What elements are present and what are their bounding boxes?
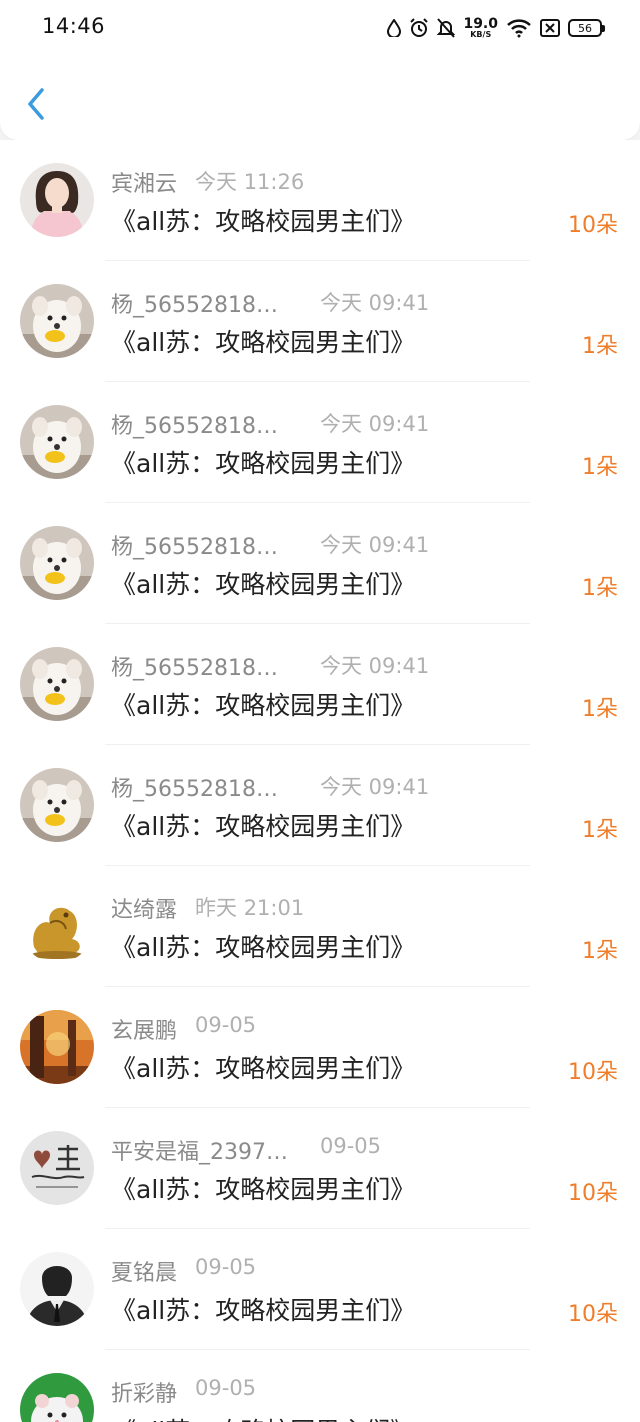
sender-name: 宾湘云 [111, 172, 178, 197]
gift-count: 1朵 [582, 455, 618, 480]
book-title: 《all苏：攻略校园男主们》 [111, 328, 416, 357]
sender-meta: 杨_565528185… 今天 09:41 [111, 408, 610, 440]
girl-avatar[interactable] [20, 163, 94, 237]
hamster-avatar[interactable] [20, 1373, 94, 1422]
sketch-man-avatar[interactable] [20, 1252, 94, 1326]
gift-count: 10朵 [568, 1060, 618, 1085]
status-time: 14:46 [42, 14, 106, 38]
gift-count: 1朵 [582, 818, 618, 843]
list-item[interactable]: 杨_565528185… 今天 09:41 《all苏：攻略校园男主们》 1朵 [0, 261, 640, 382]
send-time: 昨天 21:01 [195, 896, 305, 920]
book-title: 《all苏：攻略校园男主们》 [111, 933, 416, 962]
alarm-icon [409, 18, 429, 38]
status-bar: 14:46 19.0 KB/S 56 [0, 0, 640, 56]
send-time: 今天 09:41 [320, 654, 430, 678]
list-item[interactable]: 达绮露 昨天 21:01 《all苏：攻略校园男主们》 1朵 [0, 866, 640, 987]
chevron-left-icon [28, 88, 44, 120]
sender-meta: 宾湘云 今天 11:26 [111, 166, 610, 198]
book-title: 《all苏：攻略校园男主们》 [111, 1412, 415, 1422]
sender-meta: 达绮露 昨天 21:01 [111, 892, 610, 924]
gift-count: 10朵 [568, 1302, 618, 1327]
autumn-forest-avatar[interactable] [20, 1010, 94, 1084]
book-title: 《all苏：攻略校园男主们》 [111, 1296, 416, 1325]
sender-meta: 折彩静 09-05 [111, 1376, 610, 1408]
book-title: 《all苏：攻略校园男主们》 [111, 691, 416, 720]
list-item[interactable]: 平安是福_2397… 09-05 《all苏：攻略校园男主们》 10朵 [0, 1108, 640, 1229]
list-item[interactable]: 杨_565528185… 今天 09:41 《all苏：攻略校园男主们》 1朵 [0, 382, 640, 503]
send-time: 09-05 [195, 1376, 257, 1400]
send-time: 今天 09:41 [320, 412, 430, 436]
golden-dragon-avatar[interactable] [20, 889, 94, 963]
sender-meta: 杨_565528185… 今天 09:41 [111, 771, 610, 803]
sender-name: 杨_565528185… [111, 777, 291, 802]
sender-name: 杨_565528185… [111, 414, 291, 439]
send-time: 09-05 [320, 1134, 382, 1158]
list-item[interactable]: 宾湘云 今天 11:26 《all苏：攻略校园男主们》 10朵 [0, 140, 640, 261]
dog-avatar[interactable] [20, 647, 94, 721]
water-drop-icon [387, 19, 402, 37]
dog-avatar[interactable] [20, 768, 94, 842]
send-time: 09-05 [195, 1255, 257, 1279]
list-item[interactable]: 夏铭晨 09-05 《all苏：攻略校园男主们》 10朵 [0, 1229, 640, 1350]
gift-count: 10朵 [568, 213, 618, 238]
list-item[interactable]: 杨_565528185… 今天 09:41 《all苏：攻略校园男主们》 1朵 [0, 503, 640, 624]
network-speed: 19.0 KB/S [463, 16, 498, 39]
sender-meta: 杨_565528185… 今天 09:41 [111, 529, 610, 561]
book-title: 《all苏：攻略校园男主们》 [111, 812, 416, 841]
status-icons: 19.0 KB/S 56 [387, 14, 605, 42]
dog-avatar[interactable] [20, 405, 94, 479]
sender-meta: 杨_565528185… 今天 09:41 [111, 650, 610, 682]
book-title: 《all苏：攻略校园男主们》 [111, 570, 416, 599]
dog-avatar[interactable] [20, 526, 94, 600]
wifi-icon [506, 18, 532, 38]
book-title: 《all苏：攻略校园男主们》 [111, 1054, 416, 1083]
sender-meta: 玄展鹏 09-05 [111, 1013, 610, 1045]
sender-name: 达绮露 [111, 898, 178, 923]
list-item[interactable]: 玄展鹏 09-05 《all苏：攻略校园男主们》 10朵 [0, 987, 640, 1108]
send-time: 今天 09:41 [320, 533, 430, 557]
header-bar [0, 56, 640, 140]
sender-name: 杨_565528185… [111, 656, 291, 681]
sender-name: 杨_565528185… [111, 535, 291, 560]
sender-meta: 杨_565528185… 今天 09:41 [111, 287, 610, 319]
gift-count: 1朵 [582, 697, 618, 722]
send-time: 09-05 [195, 1013, 257, 1037]
dog-avatar[interactable] [20, 284, 94, 358]
send-time: 今天 09:41 [320, 775, 430, 799]
gift-record-list[interactable]: 宾湘云 今天 11:26 《all苏：攻略校园男主们》 10朵 杨_565528… [0, 140, 640, 1422]
gift-count: 1朵 [582, 334, 618, 359]
sender-name: 玄展鹏 [111, 1019, 178, 1044]
list-item[interactable]: 折彩静 09-05 《all苏：攻略校园男主们》 [0, 1350, 640, 1422]
sender-meta: 夏铭晨 09-05 [111, 1255, 610, 1287]
back-button[interactable] [22, 86, 50, 122]
calligraphy-avatar[interactable] [20, 1131, 94, 1205]
sender-name: 夏铭晨 [111, 1261, 178, 1286]
book-title: 《all苏：攻略校园男主们》 [111, 1175, 416, 1204]
sender-name: 折彩静 [111, 1382, 178, 1407]
sender-name: 杨_565528185… [111, 293, 291, 318]
send-time: 今天 11:26 [195, 170, 305, 194]
book-title: 《all苏：攻略校园男主们》 [111, 449, 416, 478]
gift-count: 1朵 [582, 576, 618, 601]
sender-meta: 平安是福_2397… 09-05 [111, 1134, 610, 1166]
sim-x-icon [540, 19, 560, 37]
gift-count: 10朵 [568, 1181, 618, 1206]
mute-bell-icon [437, 18, 456, 38]
battery-indicator: 56 [568, 19, 605, 37]
gift-count: 1朵 [582, 939, 618, 964]
send-time: 今天 09:41 [320, 291, 430, 315]
sender-name: 平安是福_2397… [111, 1140, 288, 1165]
book-title: 《all苏：攻略校园男主们》 [111, 207, 416, 236]
list-item[interactable]: 杨_565528185… 今天 09:41 《all苏：攻略校园男主们》 1朵 [0, 745, 640, 866]
list-item[interactable]: 杨_565528185… 今天 09:41 《all苏：攻略校园男主们》 1朵 [0, 624, 640, 745]
